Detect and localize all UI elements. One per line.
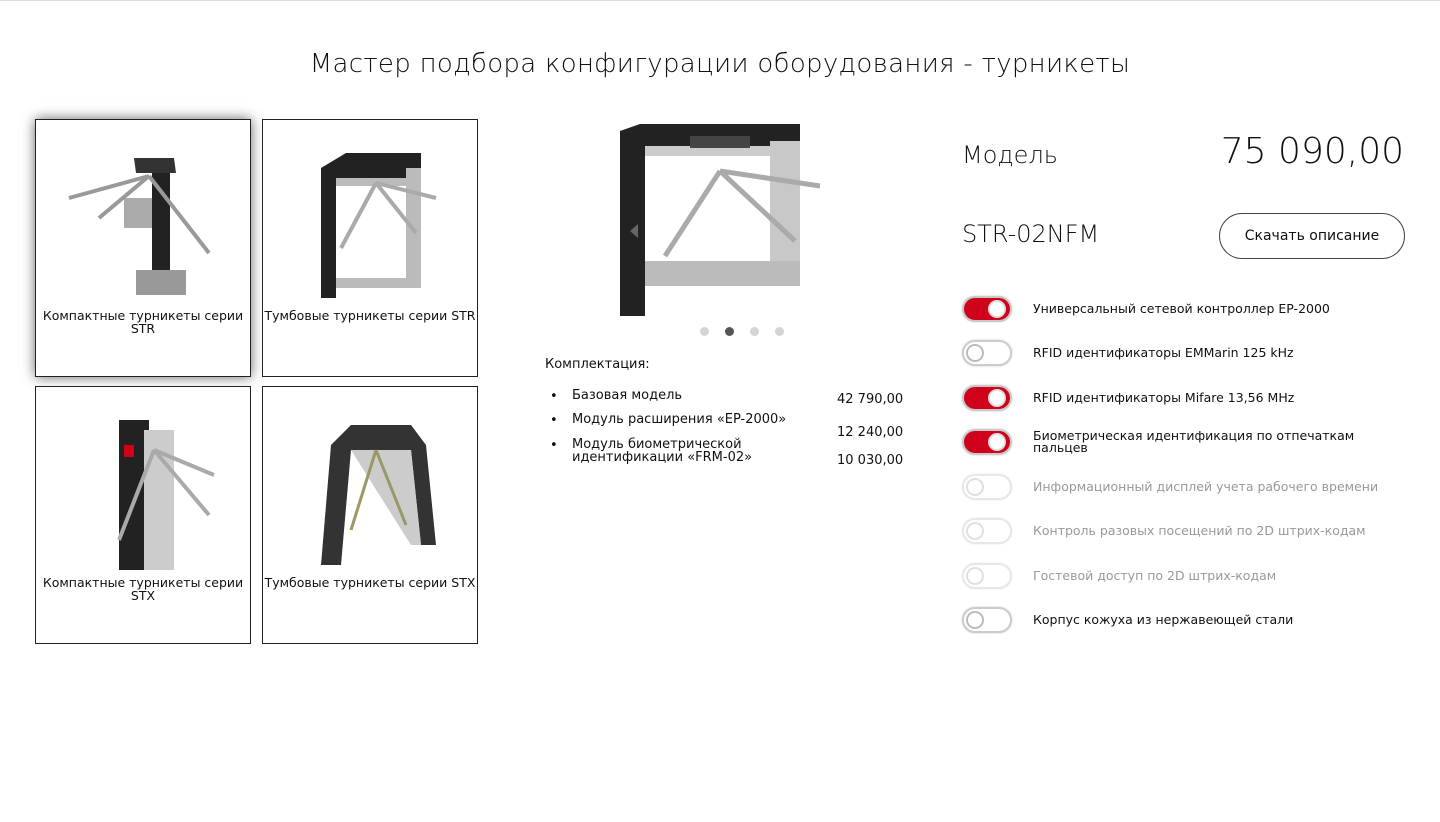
toggle-knob (966, 567, 984, 585)
option-label: RFID идентификаторы EMMarin 125 kHz (1033, 345, 1294, 360)
option-row: Гостевой доступ по 2D штрих-кодам (962, 563, 1402, 589)
option-toggle[interactable] (962, 340, 1012, 366)
option-row: Биометрическая идентификация по отпечатк… (962, 429, 1402, 455)
option-toggle (962, 563, 1012, 589)
kit-item-name: Модуль расширения «EP-2000» (572, 412, 787, 427)
option-label: Гостевой доступ по 2D штрих-кодам (1033, 568, 1277, 583)
turnstile-tumb-stx-image (321, 425, 436, 565)
category-card-tumb-stx[interactable]: Тумбовые турникеты серии STX (262, 386, 478, 644)
total-price: 75 090,00 (1220, 131, 1404, 172)
turnstile-compact-image (68, 158, 211, 295)
kit-item-name: Модуль биометрической идентификации «FRM… (572, 437, 753, 465)
toggle-knob (966, 522, 984, 540)
toggle-knob (966, 478, 984, 496)
carousel-dots (700, 327, 784, 336)
carousel-dot-3[interactable] (750, 327, 759, 336)
option-row: Универсальный сетевой контроллер EP-2000 (962, 296, 1402, 322)
category-label: Компактные турникеты серии STX (42, 575, 244, 603)
kit-item: • Базовая модель 42 790,00 (550, 388, 910, 407)
option-toggle[interactable] (962, 296, 1012, 322)
option-label: Контроль разовых посещений по 2D штрих-к… (1033, 523, 1366, 538)
kit-title: Комплектация: (545, 357, 650, 372)
category-card-compact-str[interactable]: Компактные турникеты серии STR (35, 119, 251, 377)
page-title: Мастер подбора конфигурации оборудования… (309, 49, 1131, 79)
option-row: RFID идентификаторы EMMarin 125 kHz (962, 340, 1402, 366)
kit-item: • Модуль биометрической идентификации «FR… (550, 437, 910, 468)
option-toggle (962, 518, 1012, 544)
download-description-button[interactable]: Скачать описание (1219, 213, 1405, 259)
category-label: Тумбовые турникеты серии STR (264, 308, 476, 323)
kit-item-price: 42 790,00 (837, 392, 904, 407)
option-label: RFID идентификаторы Mifare 13,56 MHz (1033, 390, 1295, 405)
model-code: STR-02NFM (962, 220, 1100, 248)
kit-item-price: 10 030,00 (837, 453, 904, 468)
carousel-dot-1[interactable] (700, 327, 709, 336)
toggle-knob (988, 389, 1006, 407)
product-main-image (620, 124, 821, 316)
toggle-knob (988, 433, 1006, 451)
option-row: RFID идентификаторы Mifare 13,56 MHz (962, 385, 1402, 411)
option-toggle[interactable] (962, 607, 1012, 633)
turnstile-compact-stx-image (117, 420, 215, 570)
category-label: Тумбовые турникеты серии STX (264, 575, 476, 590)
option-toggle (962, 474, 1012, 500)
option-label: Биометрическая идентификация по отпечатк… (1033, 428, 1355, 455)
category-card-compact-stx[interactable]: Компактные турникеты серии STX (35, 386, 251, 644)
bullet-icon: • (550, 438, 558, 453)
toggle-knob (988, 300, 1006, 318)
turnstile-tumb-image (321, 153, 437, 298)
bullet-icon: • (550, 413, 558, 428)
bullet-icon: • (550, 389, 558, 404)
option-row: Контроль разовых посещений по 2D штрих-к… (962, 518, 1402, 544)
kit-item: • Модуль расширения «EP-2000» 12 240,00 (550, 412, 910, 440)
category-label: Компактные турникеты серии STR (42, 308, 244, 336)
option-row: Информационный дисплей учета рабочего вр… (962, 474, 1402, 500)
carousel-dot-2[interactable] (725, 327, 734, 336)
option-label: Корпус кожуха из нержавеющей стали (1033, 612, 1294, 627)
kit-item-name: Базовая модель (572, 388, 683, 403)
option-row: Корпус кожуха из нержавеющей стали (962, 607, 1402, 633)
category-card-tumb-str[interactable]: Тумбовые турникеты серии STR (262, 119, 478, 377)
carousel-dot-4[interactable] (775, 327, 784, 336)
option-toggle[interactable] (962, 385, 1012, 411)
option-toggle[interactable] (962, 429, 1012, 455)
option-label: Информационный дисплей учета рабочего вр… (1033, 479, 1379, 494)
option-label: Универсальный сетевой контроллер EP-2000 (1033, 301, 1330, 316)
model-label: Модель (962, 141, 1058, 169)
toggle-knob (966, 344, 984, 362)
toggle-knob (966, 611, 984, 629)
kit-list: • Базовая модель 42 790,00 • Модуль расшире… (550, 389, 910, 473)
